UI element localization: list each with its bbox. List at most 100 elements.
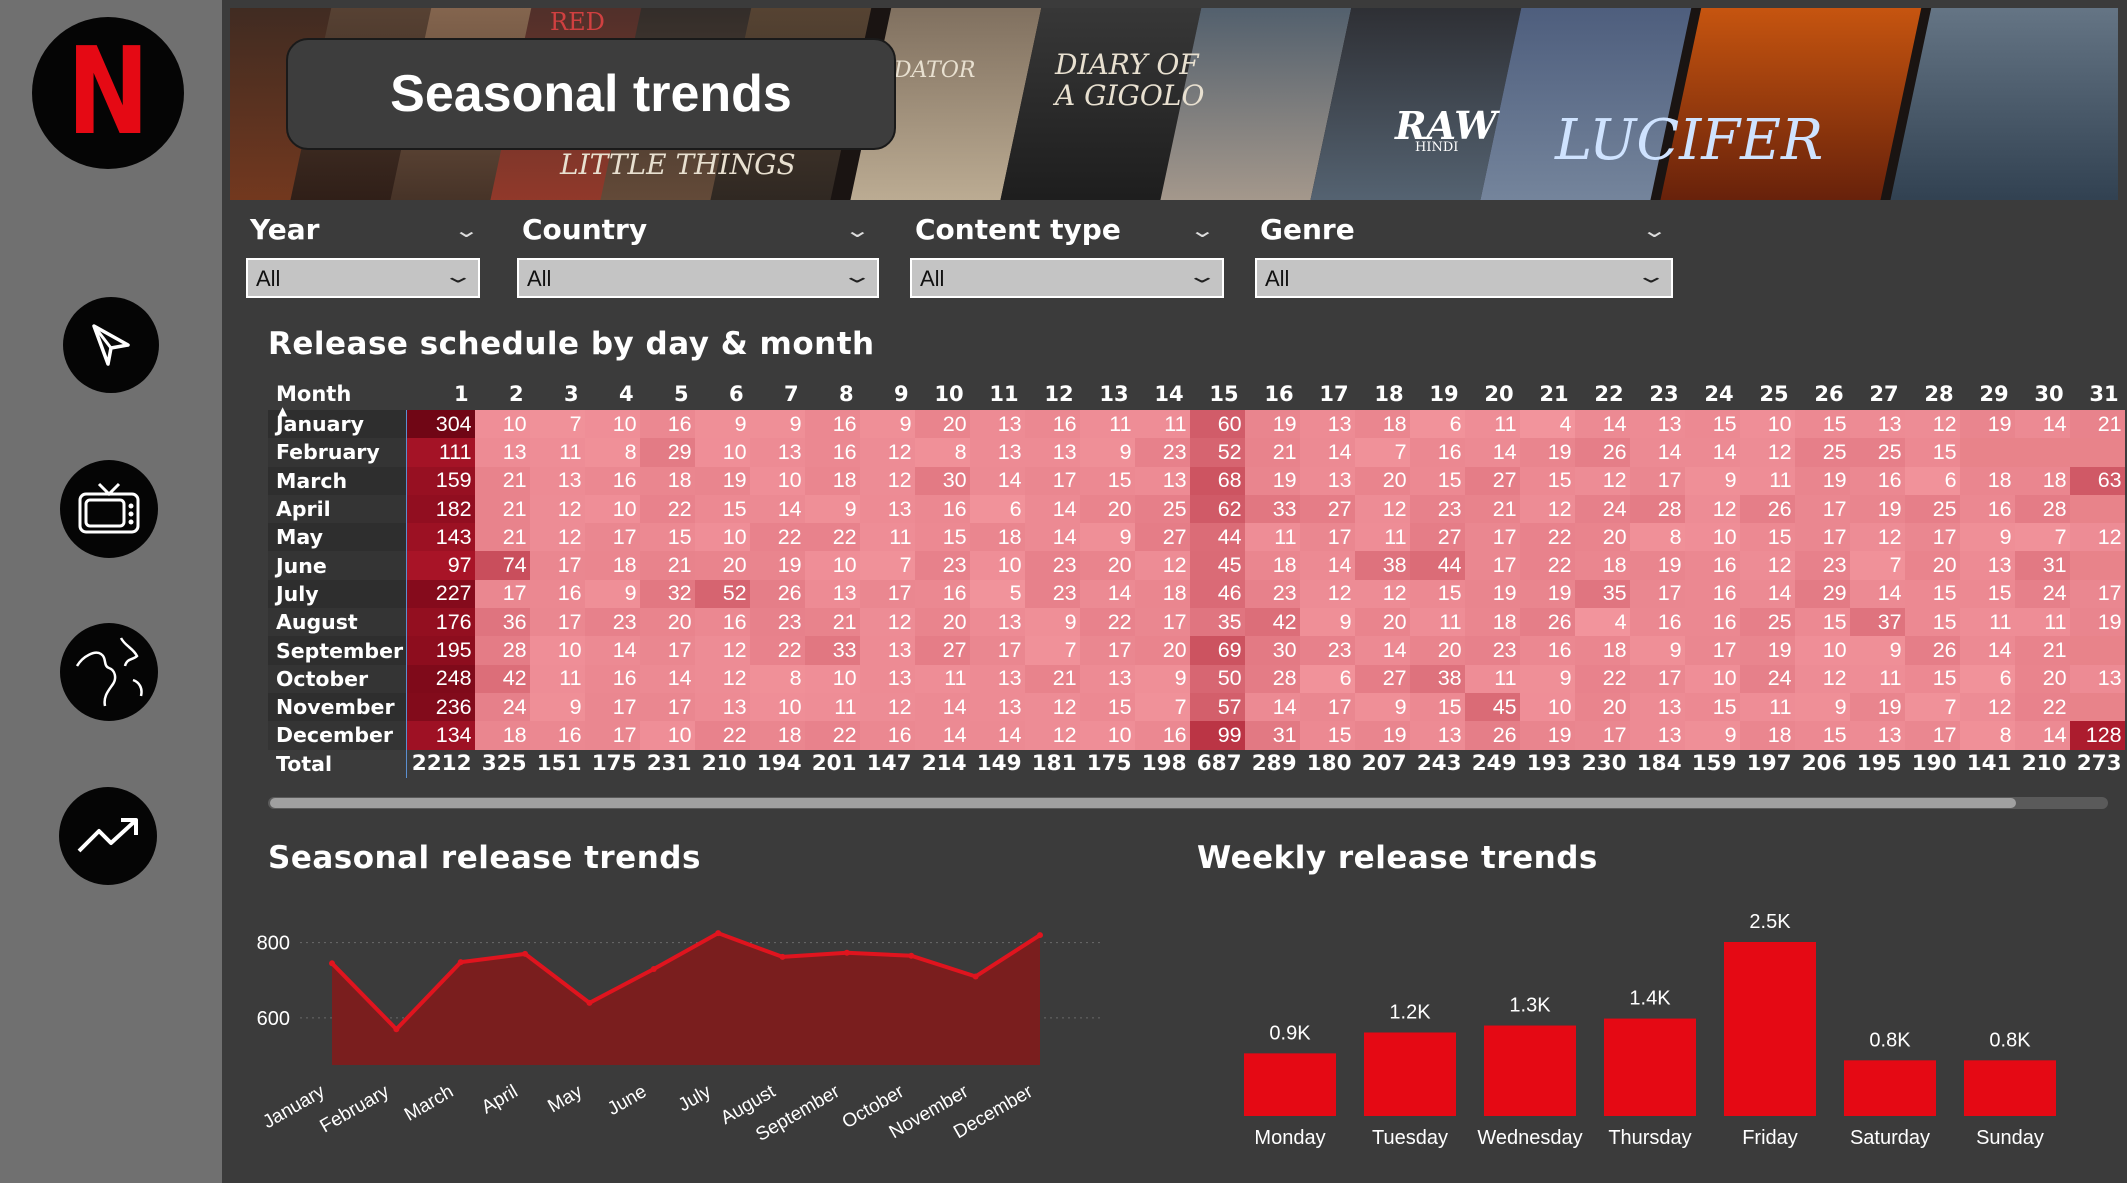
matrix-cell[interactable]: 17	[1629, 664, 1685, 693]
matrix-cell[interactable]: 21	[2014, 636, 2070, 665]
matrix-cell[interactable]: 24	[2014, 579, 2070, 609]
matrix-cell[interactable]: 11	[1739, 692, 1795, 722]
matrix-cell[interactable]: 17	[969, 636, 1025, 665]
matrix-cell[interactable]: 23	[1794, 551, 1850, 580]
compass-icon[interactable]	[63, 297, 159, 393]
matrix-cell[interactable]: 6	[1959, 664, 2015, 693]
matrix-cell[interactable]: 10	[639, 721, 695, 750]
day-header[interactable]: 28	[1905, 378, 1960, 410]
filter-country-collapse-icon[interactable]: ⌄	[844, 218, 871, 243]
matrix-cell[interactable]: 19	[1354, 721, 1410, 750]
matrix-cell[interactable]: 60	[1189, 410, 1245, 439]
matrix-cell[interactable]: 8	[1629, 523, 1685, 552]
matrix-cell[interactable]: 8	[914, 438, 970, 467]
matrix-cell[interactable]	[2014, 438, 2070, 467]
matrix-cell[interactable]: 13	[1299, 466, 1355, 495]
matrix-cell[interactable]: 23	[1024, 579, 1080, 609]
weekly-bar[interactable]	[1604, 1018, 1696, 1116]
matrix-cell[interactable]: 13	[969, 410, 1025, 439]
matrix-cell[interactable]: 14	[1849, 579, 1905, 609]
matrix-cell[interactable]: 7	[1024, 636, 1080, 665]
matrix-cell[interactable]: 13	[859, 636, 915, 665]
matrix-cell[interactable]: 13	[1849, 410, 1905, 439]
matrix-cell[interactable]: 22	[1574, 664, 1630, 693]
matrix-cell[interactable]: 12	[1739, 438, 1795, 467]
matrix-cell[interactable]: 10	[529, 636, 585, 665]
matrix-cell[interactable]: 15	[1904, 438, 1960, 467]
matrix-cell[interactable]: 9	[1079, 438, 1135, 467]
matrix-cell[interactable]: 12	[1134, 551, 1190, 580]
matrix-cell[interactable]: 143	[406, 523, 475, 552]
matrix-cell[interactable]: 11	[1739, 466, 1795, 495]
matrix-cell[interactable]: 10	[584, 410, 640, 439]
matrix-cell[interactable]: 15	[1079, 692, 1135, 722]
matrix-cell[interactable]: 20	[1354, 466, 1410, 495]
matrix-cell[interactable]: 16	[529, 579, 585, 609]
matrix-cell[interactable]	[2069, 494, 2125, 524]
matrix-cell[interactable]: 111	[406, 438, 475, 467]
matrix-corner-header[interactable]: Month ▲	[268, 378, 407, 418]
matrix-cell[interactable]: 13	[749, 438, 805, 467]
matrix-cell[interactable]: 19	[1519, 721, 1575, 750]
matrix-cell[interactable]: 27	[1409, 523, 1465, 552]
matrix-cell[interactable]: 15	[1794, 608, 1850, 637]
matrix-cell[interactable]: 8	[1959, 721, 2015, 750]
matrix-cell[interactable]: 15	[1959, 579, 2015, 609]
matrix-cell[interactable]: 25	[1904, 494, 1960, 524]
matrix-cell[interactable]	[2069, 636, 2125, 665]
matrix-cell[interactable]: 9	[1354, 692, 1410, 722]
matrix-cell[interactable]: 11	[1849, 664, 1905, 693]
seasonal-point[interactable]	[972, 973, 979, 980]
matrix-cell[interactable]: 11	[2014, 608, 2070, 637]
matrix-cell[interactable]: 14	[1629, 438, 1685, 467]
matrix-cell[interactable]: 13	[1849, 721, 1905, 750]
matrix-cell[interactable]: 42	[1244, 608, 1300, 637]
matrix-cell[interactable]: 14	[1244, 692, 1300, 722]
matrix-cell[interactable]: 12	[859, 438, 915, 467]
matrix-cell[interactable]: 9	[1629, 636, 1685, 665]
matrix-cell[interactable]: 11	[529, 664, 585, 693]
seasonal-point[interactable]	[522, 950, 529, 957]
matrix-cell[interactable]: 9	[1024, 608, 1080, 637]
seasonal-point[interactable]	[908, 952, 915, 959]
matrix-cell[interactable]: 23	[1299, 636, 1355, 665]
matrix-cell[interactable]: 12	[859, 692, 915, 722]
matrix-cell[interactable]: 9	[1134, 664, 1190, 693]
matrix-cell[interactable]: 159	[406, 466, 475, 495]
day-header[interactable]: 15	[1190, 378, 1245, 410]
matrix-cell[interactable]: 11	[1464, 664, 1520, 693]
matrix-cell[interactable]: 57	[1189, 692, 1245, 722]
matrix-cell[interactable]	[1959, 438, 2015, 467]
matrix-cell[interactable]: 28	[1244, 664, 1300, 693]
matrix-cell[interactable]: 20	[914, 410, 970, 439]
matrix-cell[interactable]: 31	[1244, 721, 1300, 750]
matrix-cell[interactable]: 16	[1849, 466, 1905, 495]
matrix-cell[interactable]: 21	[474, 494, 530, 524]
matrix-cell[interactable]: 15	[1904, 608, 1960, 637]
matrix-cell[interactable]: 27	[914, 636, 970, 665]
matrix-cell[interactable]: 22	[804, 721, 860, 750]
matrix-cell[interactable]	[2069, 551, 2125, 580]
matrix-cell[interactable]: 25	[1794, 438, 1850, 467]
matrix-cell[interactable]: 17	[1574, 721, 1630, 750]
seasonal-point[interactable]	[393, 1026, 400, 1033]
matrix-cell[interactable]: 12	[1849, 523, 1905, 552]
matrix-cell[interactable]: 12	[1519, 494, 1575, 524]
matrix-cell[interactable]: 18	[1739, 721, 1795, 750]
matrix-cell[interactable]: 12	[1354, 579, 1410, 609]
day-header[interactable]: 24	[1685, 378, 1740, 410]
matrix-cell[interactable]: 21	[639, 551, 695, 580]
day-header[interactable]: 1	[407, 378, 475, 410]
matrix-cell[interactable]: 12	[1024, 721, 1080, 750]
matrix-cell[interactable]: 25	[1739, 608, 1795, 637]
matrix-cell[interactable]: 20	[1409, 636, 1465, 665]
matrix-cell[interactable]: 18	[969, 523, 1025, 552]
matrix-cell[interactable]: 19	[1849, 494, 1905, 524]
matrix-cell[interactable]: 12	[859, 608, 915, 637]
matrix-cell[interactable]: 14	[1684, 438, 1740, 467]
matrix-cell[interactable]: 6	[1299, 664, 1355, 693]
matrix-cell[interactable]: 27	[1299, 494, 1355, 524]
matrix-cell[interactable]: 13	[804, 579, 860, 609]
matrix-cell[interactable]: 9	[694, 410, 750, 439]
matrix-cell[interactable]: 22	[804, 523, 860, 552]
